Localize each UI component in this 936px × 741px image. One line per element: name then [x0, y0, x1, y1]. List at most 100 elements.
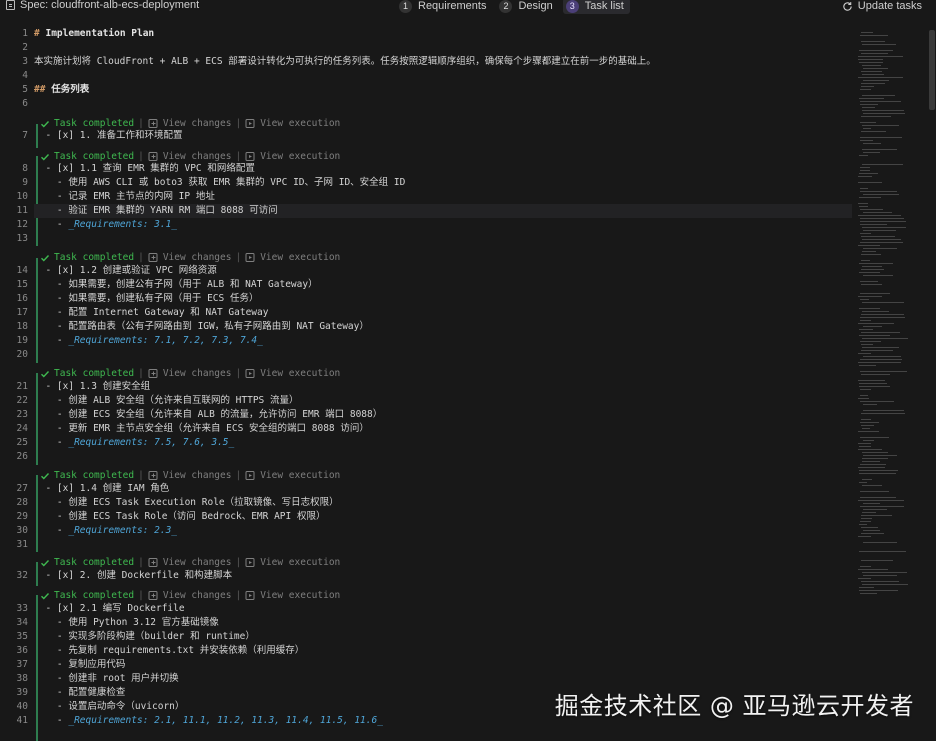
tab-task-list[interactable]: 3 Task list — [562, 0, 630, 14]
view-changes-link[interactable]: View changes — [163, 556, 232, 569]
task-item: - [x] 2. 创建 Dockerfile 和构建脚本 — [34, 569, 232, 583]
minimap-line — [858, 500, 904, 501]
minimap-line — [863, 542, 897, 543]
task-detail: - 验证 EMR 集群的 YARN RM 端口 8088 可访问 — [34, 204, 852, 218]
minimap-line — [861, 236, 895, 237]
view-changes-icon — [148, 591, 158, 600]
spec-steps: 1 Requirements 2 Design 3 Task list — [396, 0, 630, 14]
update-tasks-label: Update tasks — [857, 0, 922, 12]
task-checkbox[interactable]: - [x] — [45, 483, 74, 494]
task-codelens: Task completed | View changes | View execu… — [40, 469, 340, 482]
minimap-line — [862, 347, 899, 348]
line-number: 15 — [16, 279, 28, 290]
line-number: 2 — [22, 42, 28, 53]
minimap-line — [859, 473, 896, 474]
tab-design[interactable]: 2 Design — [496, 0, 558, 14]
line-number: 19 — [16, 335, 28, 346]
task-title: 1.1 查询 EMR 集群的 VPC 和网络配置 — [79, 163, 255, 174]
view-execution-link[interactable]: View execution — [260, 367, 340, 380]
view-execution-icon — [245, 152, 255, 161]
minimap-line — [862, 44, 896, 45]
view-changes-link[interactable]: View changes — [163, 589, 232, 602]
update-tasks-button[interactable]: Update tasks — [842, 0, 922, 14]
minimap-line — [858, 398, 869, 399]
task-checkbox[interactable]: - [x] — [45, 130, 74, 141]
check-icon — [41, 254, 50, 262]
markdown-editor[interactable]: 1 2 3 4 5 6 7 8 9 10 11 12 13 14 15 16 1… — [0, 16, 936, 741]
detail-text: 创建 ECS 安全组（允许来自 ALB 的流量，允许访问 EMR 端口 8088… — [68, 409, 383, 420]
line-number: 9 — [22, 177, 28, 188]
minimap-line — [859, 50, 893, 51]
minimap-line — [863, 503, 880, 504]
requirements-ref[interactable]: _Requirements: 7.1, 7.2, 7.3, 7.4_ — [68, 335, 262, 346]
view-execution-link[interactable]: View execution — [260, 150, 340, 163]
requirements-ref[interactable]: _Requirements: 7.5, 7.6, 3.5_ — [68, 437, 234, 448]
view-execution-link[interactable]: View execution — [260, 556, 340, 569]
view-execution-link[interactable]: View execution — [260, 251, 340, 264]
line-number: 22 — [16, 395, 28, 406]
minimap-line — [863, 143, 881, 144]
detail-text: 创建 ECS Task Execution Role（拉取镜像、写日志权限） — [68, 497, 339, 508]
view-execution-link[interactable]: View execution — [260, 469, 340, 482]
minimap-line — [860, 221, 906, 222]
minimap-line — [862, 251, 876, 252]
line-number: 34 — [16, 617, 28, 628]
minimap-line — [859, 446, 871, 447]
view-changes-link[interactable]: View changes — [163, 251, 232, 264]
line-number: 33 — [16, 603, 28, 614]
requirements-ref[interactable]: _Requirements: 2.3_ — [68, 525, 177, 536]
requirements-ref[interactable]: _Requirements: 2.1, 11.1, 11.2, 11.3, 11… — [68, 715, 383, 726]
view-changes-icon — [148, 369, 158, 378]
task-checkbox[interactable]: - [x] — [45, 570, 74, 581]
minimap-line — [862, 239, 901, 240]
line-number: 37 — [16, 659, 28, 670]
task-checkbox[interactable]: - [x] — [45, 163, 74, 174]
view-changes-icon — [148, 119, 158, 128]
minimap-line — [860, 299, 869, 300]
minimap-line — [862, 485, 882, 486]
view-execution-link[interactable]: View execution — [260, 117, 340, 130]
task-title: 1.3 创建安全组 — [79, 381, 151, 392]
minimap-line — [859, 335, 890, 336]
task-detail: - 创建非 root 用户并切换 — [56, 673, 179, 684]
view-execution-icon — [245, 591, 255, 600]
minimap-line — [862, 311, 889, 312]
task-checkbox[interactable]: - [x] — [45, 603, 74, 614]
task-checkbox[interactable]: - [x] — [45, 381, 74, 392]
minimap[interactable] — [858, 30, 928, 600]
minimap-line — [859, 590, 898, 591]
minimap-line — [860, 395, 868, 396]
task-detail: - 如果需要，创建公有子网（用于 ALB 和 NAT Gateway） — [56, 279, 318, 290]
minimap-line — [863, 68, 888, 69]
minimap-line — [858, 380, 885, 381]
task-detail: - 配置健康检查 — [56, 687, 126, 698]
view-execution-icon — [245, 119, 255, 128]
minimap-line — [861, 260, 870, 261]
minimap-line — [863, 326, 882, 327]
detail-text: 更新 EMR 主节点安全组（允许来自 ECS 安全组的端口 8088 访问） — [68, 423, 369, 434]
tab-requirements[interactable]: 1 Requirements — [396, 0, 492, 14]
requirements-ref[interactable]: _Requirements: 3.1_ — [68, 219, 177, 230]
view-changes-link[interactable]: View changes — [163, 367, 232, 380]
minimap-line — [860, 320, 871, 321]
task-status: Task completed — [54, 252, 135, 263]
minimap-line — [861, 533, 884, 534]
minimap-line — [862, 338, 908, 339]
task-checkbox[interactable]: - [x] — [45, 265, 74, 276]
minimap-line — [860, 359, 902, 360]
line-number: 20 — [16, 349, 28, 360]
line-number: 6 — [22, 98, 28, 109]
minimap-line — [861, 332, 900, 333]
view-changes-link[interactable]: View changes — [163, 469, 232, 482]
check-icon — [41, 592, 50, 600]
vertical-scrollbar[interactable] — [929, 30, 935, 110]
minimap-line — [863, 152, 880, 153]
view-execution-link[interactable]: View execution — [260, 589, 340, 602]
minimap-line — [859, 587, 874, 588]
minimap-line — [859, 173, 878, 174]
tab-label: Task list — [584, 0, 624, 12]
line-number: 28 — [16, 497, 28, 508]
minimap-line — [859, 365, 876, 366]
minimap-line — [860, 422, 879, 423]
detail-text: 配置路由表（公有子网路由到 IGW，私有子网路由到 NAT Gateway） — [68, 321, 369, 332]
